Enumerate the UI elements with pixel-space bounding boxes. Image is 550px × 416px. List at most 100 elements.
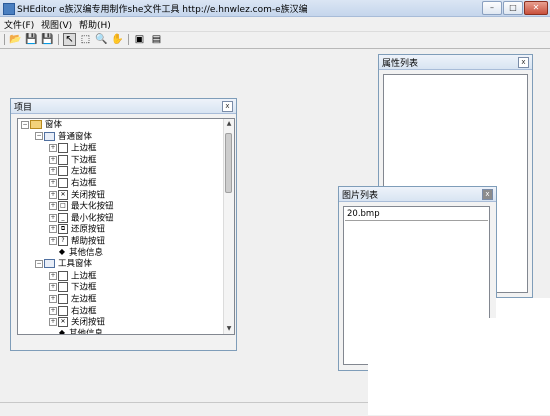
menu-help[interactable]: 帮助(H)	[79, 18, 111, 31]
toolbar-separator	[58, 34, 59, 45]
hand-pan-icon[interactable]: ✋	[111, 33, 124, 46]
blank-area	[368, 318, 550, 415]
tree-item-label: 下边框	[71, 155, 97, 166]
pointer-icon[interactable]: ↖	[63, 33, 76, 46]
expand-icon[interactable]: +	[49, 318, 57, 327]
expand-icon[interactable]: +	[49, 144, 57, 153]
save-icon[interactable]: 💾	[25, 33, 38, 46]
maximize-button[interactable]: □	[503, 1, 523, 15]
element-icon	[58, 143, 68, 154]
tree-item-label: 左边框	[71, 294, 97, 305]
scroll-down-icon[interactable]: ▼	[224, 324, 234, 334]
element-icon: ⧉	[58, 224, 68, 235]
tree-item[interactable]: + 下边框	[49, 154, 97, 166]
tree-item[interactable]: + ✕ 关闭按钮	[49, 189, 105, 201]
toolbar-separator	[128, 34, 129, 45]
close-button[interactable]: ✕	[524, 1, 548, 15]
tree-item-label: 其他信息	[69, 247, 104, 258]
project-panel: 项目 x − 窗体 − 普通窗体 + 上边框 + 下边框 + 左边框 + 右边框 + ✕ 关闭按钮 + □ 最大化…	[10, 98, 237, 351]
element-icon	[58, 166, 68, 177]
tree-item[interactable]: + 左边框	[49, 294, 97, 305]
element-icon	[58, 294, 68, 304]
preview-icon[interactable]: ▤	[150, 33, 163, 46]
expand-icon[interactable]: +	[49, 213, 57, 222]
collapse-icon[interactable]: −	[35, 259, 43, 268]
menu-file[interactable]: 文件(F)	[4, 18, 34, 31]
images-panel-title: 图片列表	[342, 191, 379, 201]
tree-item[interactable]: + ✕ 关闭按钮	[49, 317, 105, 328]
expand-icon[interactable]: +	[49, 306, 57, 315]
tree-item-label: 上边框	[71, 271, 97, 282]
tree-item[interactable]: − 工具窗体	[35, 259, 92, 270]
project-tree[interactable]: − 窗体 − 普通窗体 + 上边框 + 下边框 + 左边框 + 右边框 + ✕ 关闭按钮 + □ 最大化按钮 + _ 最…	[17, 118, 235, 335]
zoom-icon[interactable]: 🔍	[95, 33, 108, 46]
expand-icon[interactable]: +	[49, 271, 57, 280]
folder-icon	[30, 120, 42, 129]
status-bar	[0, 402, 368, 416]
tree-item-label: 窗体	[45, 120, 63, 130]
project-panel-close-icon[interactable]: x	[222, 101, 233, 112]
app-icon	[3, 3, 15, 15]
tree-item[interactable]: + 右边框	[49, 305, 97, 317]
tree-item-label: 最大化按钮	[71, 201, 114, 212]
expand-icon[interactable]: +	[49, 179, 57, 187]
tree-item[interactable]: + _ 最小化按钮	[49, 212, 114, 224]
expand-icon[interactable]: +	[49, 225, 57, 234]
window-icon	[44, 131, 55, 141]
expand-icon[interactable]: +	[49, 202, 57, 211]
tree-item-label: 还原按钮	[71, 224, 106, 235]
properties-panel-close-icon[interactable]: x	[518, 57, 529, 68]
minimize-button[interactable]: –	[482, 1, 502, 15]
element-icon	[58, 154, 68, 165]
properties-panel-header: 属性列表 x	[379, 55, 532, 70]
expand-icon[interactable]: +	[49, 190, 57, 199]
scroll-up-icon[interactable]: ▲	[224, 119, 234, 129]
tree-item[interactable]: + 下边框	[49, 282, 97, 293]
save-all-icon[interactable]: 💾	[41, 33, 54, 46]
tree-item[interactable]: − 普通窗体	[35, 131, 92, 143]
window-icon	[44, 259, 55, 269]
element-icon	[58, 178, 68, 188]
project-panel-title: 项目	[14, 103, 33, 113]
element-icon: □	[58, 201, 68, 212]
collapse-icon[interactable]: −	[35, 132, 43, 141]
expand-icon[interactable]: +	[49, 295, 57, 303]
toolbar-grip	[4, 34, 5, 45]
tree-item[interactable]: − 窗体	[21, 120, 62, 131]
tree-item-label: 关闭按钮	[71, 317, 106, 328]
tree-item-label: 帮助按钮	[71, 236, 106, 247]
expand-icon[interactable]: +	[49, 237, 57, 245]
select-rect-icon[interactable]: ⬚	[79, 33, 92, 46]
images-panel-header: 图片列表 x	[339, 187, 496, 202]
tree-item-label: 右边框	[71, 306, 97, 317]
toolbar: 📂 💾 💾 ↖ ⬚ 🔍 ✋ ▣ ▤	[0, 32, 550, 49]
diamond-icon: ◆	[58, 329, 66, 334]
tree-item-label: 其他信息	[69, 328, 104, 335]
tree-item[interactable]: ◆ 其他信息	[49, 248, 103, 259]
tree-item[interactable]: + 上边框	[49, 270, 97, 282]
tree-item[interactable]: + ⧉ 还原按钮	[49, 224, 105, 235]
tree-item[interactable]: + 上边框	[49, 143, 97, 154]
tree-item-label: 工具窗体	[58, 259, 93, 270]
tree-item[interactable]: + □ 最大化按钮	[49, 201, 114, 212]
tree-scrollbar[interactable]: ▲ ▼	[223, 119, 234, 334]
element-icon: ✕	[58, 317, 68, 328]
image-icon[interactable]: ▣	[133, 33, 146, 46]
tree-item[interactable]: ◆ 其他信息	[49, 328, 104, 335]
blank-area	[496, 298, 550, 320]
tree-item[interactable]: + 左边框	[49, 166, 97, 177]
menu-bar: 文件(F) 视图(V) 帮助(H)	[0, 17, 550, 32]
expand-icon[interactable]: +	[49, 283, 57, 292]
expand-icon[interactable]: +	[49, 167, 57, 176]
collapse-icon[interactable]: −	[21, 120, 29, 129]
open-folder-icon[interactable]: 📂	[9, 33, 22, 46]
tree-item[interactable]: + 右边框	[49, 178, 97, 189]
expand-icon[interactable]: +	[49, 155, 57, 164]
scroll-thumb[interactable]	[225, 133, 232, 193]
tree-item[interactable]: +? 帮助按钮	[49, 236, 105, 247]
list-item[interactable]: 20.bmp	[345, 209, 488, 221]
tree-item-label: 左边框	[71, 166, 97, 177]
menu-view[interactable]: 视图(V)	[41, 18, 72, 31]
images-panel-close-icon[interactable]: x	[482, 189, 493, 200]
diamond-icon: ◆	[58, 247, 66, 257]
